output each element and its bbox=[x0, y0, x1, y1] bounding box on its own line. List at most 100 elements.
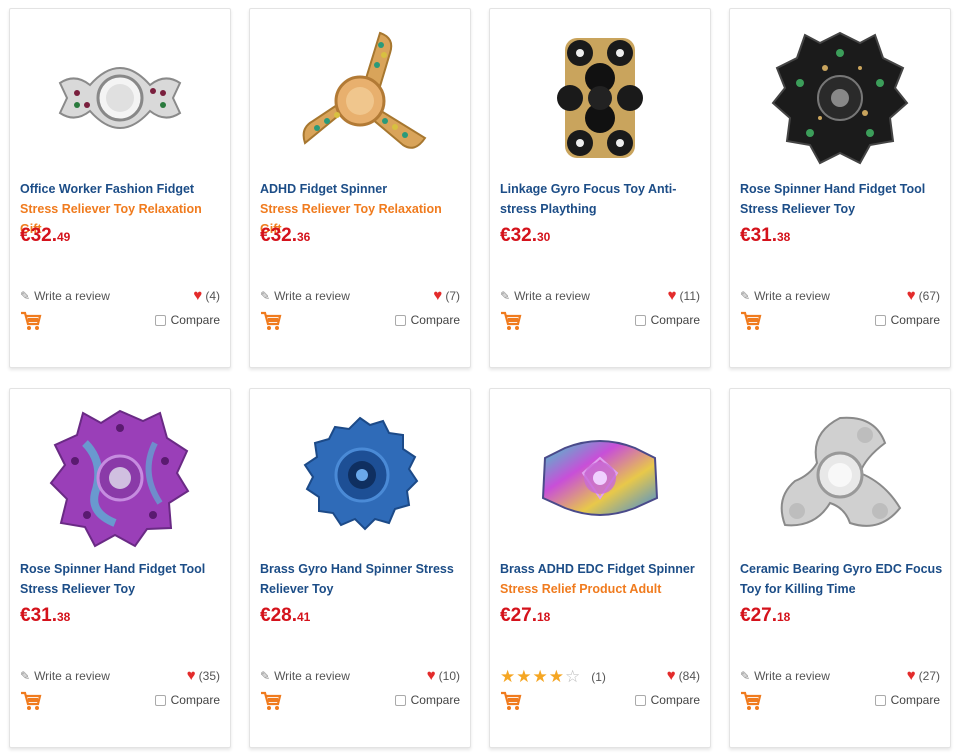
heart-icon[interactable]: ♥ bbox=[187, 668, 196, 683]
favorite-button[interactable]: ♥ (67) bbox=[907, 288, 940, 303]
favorite-button[interactable]: ♥ (11) bbox=[668, 288, 700, 303]
favorite-count: (84) bbox=[678, 669, 700, 683]
product-title-line1[interactable]: Ceramic Bearing Gyro EDC Focus bbox=[740, 559, 946, 579]
write-review-link[interactable]: ✎ Write a review bbox=[500, 289, 590, 303]
product-card[interactable]: ADHD Fidget Spinner Stress Reliever Toy … bbox=[249, 8, 471, 368]
checkbox[interactable] bbox=[154, 314, 166, 326]
heart-icon[interactable]: ♥ bbox=[668, 288, 677, 303]
product-title[interactable]: Rose Spinner Hand Fidget Tool Stress Rel… bbox=[20, 559, 226, 599]
checkbox[interactable] bbox=[634, 314, 646, 326]
heart-icon[interactable]: ♥ bbox=[907, 288, 916, 303]
favorite-button[interactable]: ♥ (7) bbox=[433, 288, 460, 303]
cart-icon[interactable] bbox=[500, 691, 522, 711]
favorite-button[interactable]: ♥ (10) bbox=[427, 668, 460, 683]
product-title-line1[interactable]: Rose Spinner Hand Fidget Tool bbox=[740, 179, 946, 199]
product-card[interactable]: Office Worker Fashion Fidget Stress Reli… bbox=[9, 8, 231, 368]
product-price: €31.38 bbox=[20, 605, 71, 626]
product-image[interactable] bbox=[520, 403, 680, 553]
favorite-count: (7) bbox=[445, 289, 460, 303]
product-title-line1[interactable]: Linkage Gyro Focus Toy Anti- bbox=[500, 179, 706, 199]
checkbox[interactable] bbox=[874, 694, 886, 706]
compare-checkbox[interactable]: Compare bbox=[154, 693, 220, 707]
checkbox[interactable] bbox=[634, 694, 646, 706]
product-grid: Office Worker Fashion Fidget Stress Reli… bbox=[0, 0, 958, 756]
write-review-link[interactable]: ✎ Write a review bbox=[260, 289, 350, 303]
write-review-link[interactable]: ✎ Write a review bbox=[20, 289, 110, 303]
cart-icon[interactable] bbox=[260, 311, 282, 331]
product-card[interactable]: Brass ADHD EDC Fidget Spinner Stress Rel… bbox=[489, 388, 711, 748]
favorite-count: (67) bbox=[918, 289, 940, 303]
product-price: €27.18 bbox=[740, 605, 791, 626]
product-card[interactable]: Brass Gyro Hand Spinner Stress Reliever … bbox=[249, 388, 471, 748]
heart-icon[interactable]: ♥ bbox=[667, 668, 676, 683]
product-title[interactable]: Brass Gyro Hand Spinner Stress Reliever … bbox=[260, 559, 466, 599]
product-image[interactable] bbox=[280, 23, 440, 173]
cart-icon[interactable] bbox=[740, 691, 762, 711]
pencil-icon: ✎ bbox=[20, 289, 31, 303]
star-empty-icon: ☆ bbox=[565, 667, 581, 686]
product-title-line2[interactable]: Stress Relief Product Adult bbox=[500, 579, 706, 599]
write-review-link[interactable]: ✎ Write a review bbox=[260, 669, 350, 683]
product-title-line1[interactable]: ADHD Fidget Spinner bbox=[260, 179, 466, 199]
product-card[interactable]: Linkage Gyro Focus Toy Anti- stress Play… bbox=[489, 8, 711, 368]
product-title[interactable]: Brass ADHD EDC Fidget Spinner Stress Rel… bbox=[500, 559, 706, 599]
product-card[interactable]: Rose Spinner Hand Fidget Tool Stress Rel… bbox=[729, 8, 951, 368]
product-image[interactable] bbox=[760, 403, 920, 553]
product-title[interactable]: Linkage Gyro Focus Toy Anti- stress Play… bbox=[500, 179, 706, 219]
cart-icon[interactable] bbox=[20, 691, 42, 711]
compare-checkbox[interactable]: Compare bbox=[154, 313, 220, 327]
checkbox[interactable] bbox=[874, 314, 886, 326]
product-image[interactable] bbox=[40, 23, 200, 173]
heart-icon[interactable]: ♥ bbox=[907, 668, 916, 683]
favorite-button[interactable]: ♥ (84) bbox=[667, 668, 700, 683]
favorite-count: (4) bbox=[205, 289, 220, 303]
product-title-line2[interactable]: Stress Reliever Toy bbox=[20, 579, 226, 599]
product-price: €32.36 bbox=[260, 225, 311, 246]
product-title[interactable]: Ceramic Bearing Gyro EDC Focus Toy for K… bbox=[740, 559, 946, 599]
product-title-line1[interactable]: Rose Spinner Hand Fidget Tool bbox=[20, 559, 226, 579]
product-image[interactable] bbox=[40, 403, 200, 553]
product-title-line2[interactable]: stress Plaything bbox=[500, 199, 706, 219]
favorite-button[interactable]: ♥ (4) bbox=[193, 288, 220, 303]
product-price: €31.38 bbox=[740, 225, 791, 246]
checkbox[interactable] bbox=[394, 314, 406, 326]
cart-icon[interactable] bbox=[260, 691, 282, 711]
compare-checkbox[interactable]: Compare bbox=[394, 313, 460, 327]
product-card[interactable]: Rose Spinner Hand Fidget Tool Stress Rel… bbox=[9, 388, 231, 748]
product-title-line1[interactable]: Brass Gyro Hand Spinner Stress bbox=[260, 559, 466, 579]
compare-checkbox[interactable]: Compare bbox=[634, 693, 700, 707]
product-image[interactable] bbox=[520, 23, 680, 173]
favorite-button[interactable]: ♥ (27) bbox=[907, 668, 940, 683]
product-title[interactable]: Rose Spinner Hand Fidget Tool Stress Rel… bbox=[740, 179, 946, 219]
heart-icon[interactable]: ♥ bbox=[433, 288, 442, 303]
product-image[interactable] bbox=[760, 23, 920, 173]
compare-checkbox[interactable]: Compare bbox=[874, 693, 940, 707]
compare-checkbox[interactable]: Compare bbox=[634, 313, 700, 327]
checkbox[interactable] bbox=[394, 694, 406, 706]
favorite-button[interactable]: ♥ (35) bbox=[187, 668, 220, 683]
cart-icon[interactable] bbox=[500, 311, 522, 331]
checkbox[interactable] bbox=[154, 694, 166, 706]
product-card[interactable]: Ceramic Bearing Gyro EDC Focus Toy for K… bbox=[729, 388, 951, 748]
product-image[interactable] bbox=[280, 403, 440, 553]
product-title-line2[interactable]: Reliever Toy bbox=[260, 579, 466, 599]
product-title-line1[interactable]: Brass ADHD EDC Fidget Spinner bbox=[500, 559, 706, 579]
compare-checkbox[interactable]: Compare bbox=[874, 313, 940, 327]
compare-checkbox[interactable]: Compare bbox=[394, 693, 460, 707]
product-title-line2[interactable]: Toy for Killing Time bbox=[740, 579, 946, 599]
star-icon: ★ bbox=[516, 667, 532, 686]
product-title-line2[interactable]: Stress Reliever Toy bbox=[740, 199, 946, 219]
write-review-link[interactable]: ✎ Write a review bbox=[740, 289, 830, 303]
silver-tri-spinner-icon bbox=[780, 416, 902, 527]
favorite-count: (10) bbox=[438, 669, 460, 683]
cart-icon[interactable] bbox=[740, 311, 762, 331]
star-icon: ★ bbox=[500, 667, 516, 686]
heart-icon[interactable]: ♥ bbox=[193, 288, 202, 303]
write-review-link[interactable]: ✎ Write a review bbox=[20, 669, 110, 683]
star-icon: ★ bbox=[548, 667, 564, 686]
write-review-link[interactable]: ✎ Write a review bbox=[740, 669, 830, 683]
product-title-line1[interactable]: Office Worker Fashion Fidget bbox=[20, 179, 226, 199]
cart-icon[interactable] bbox=[20, 311, 42, 331]
heart-icon[interactable]: ♥ bbox=[427, 668, 436, 683]
rating-stars[interactable]: ★ ★ ★ ★ ☆ (1) bbox=[500, 667, 606, 687]
